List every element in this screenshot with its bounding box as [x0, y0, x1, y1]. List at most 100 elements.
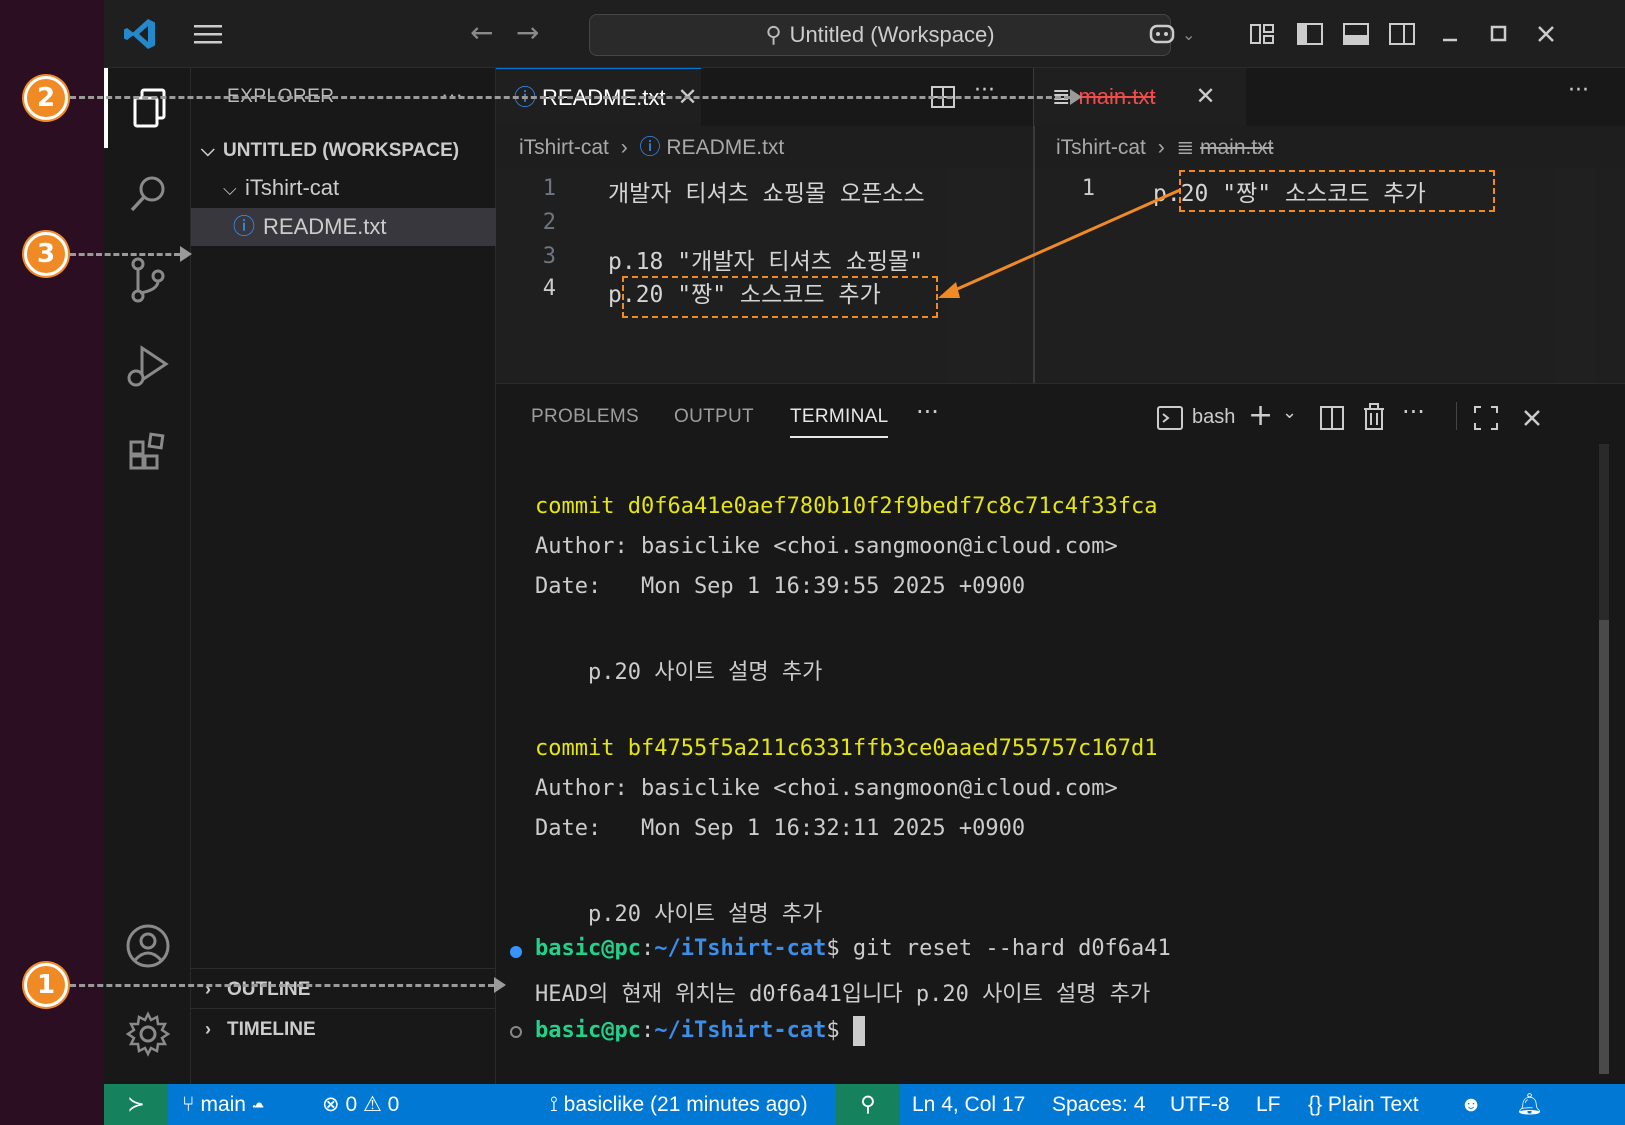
info-icon: ⓘ [639, 136, 661, 159]
editor-group-right-tabs: ≣ main.txt ✕ ··· [1034, 68, 1625, 126]
editor-more-icon[interactable]: ··· [974, 78, 995, 103]
indentation[interactable]: Spaces: 4 [1052, 1084, 1145, 1125]
cursor-position[interactable]: Ln 4, Col 17 [912, 1084, 1025, 1125]
line-number: 4 [542, 276, 556, 301]
command-decoration-success[interactable] [510, 946, 522, 958]
text-file-icon: ≣ [1176, 136, 1195, 159]
minimap[interactable] [1555, 168, 1595, 383]
account-icon [126, 924, 169, 968]
line-number: 1 [1081, 176, 1095, 201]
extensions-icon [129, 432, 164, 470]
notifications-icon[interactable]: 🔔︎ [1516, 1084, 1543, 1125]
terminal-line: Author: basiclike <choi.sangmoon@icloud.… [535, 776, 1118, 801]
explorer-activity[interactable] [104, 68, 191, 148]
chevron-right-icon: › [1157, 136, 1165, 159]
terminal-output[interactable]: commit d0f6a41e0aef780b10f2f9bedf7c8c71c… [535, 384, 1585, 1085]
command-center-search[interactable]: ⚲ Untitled (Workspace) [589, 14, 1171, 56]
remote-icon: ≻ [127, 1093, 145, 1116]
vscode-logo-icon [124, 19, 155, 49]
info-icon: ⓘ [514, 85, 537, 110]
zoom-icon: ⚲ [860, 1093, 876, 1116]
sync-icon: ☁ [251, 1093, 265, 1116]
minimize-icon[interactable] [1434, 18, 1466, 50]
terminal-line: p.20 사이트 설명 추가 [535, 902, 823, 927]
language-mode[interactable]: {} Plain Text [1308, 1084, 1419, 1125]
files-icon [133, 88, 165, 128]
source-control-icon [131, 257, 164, 303]
command-decoration-pending[interactable] [510, 1026, 522, 1038]
editor-more-icon[interactable]: ··· [1568, 78, 1589, 103]
chevron-down-icon[interactable]: ⌄ [1182, 20, 1195, 50]
vscode-window: ← → ⚲ Untitled (Workspace) ⌄ EXPLORER ··… [104, 0, 1625, 1125]
terminal-command-line: basic@pc:~/iTshirt-cat$ git reset --hard… [535, 936, 1171, 961]
folder-item[interactable]: ⌵ iTshirt-cat [191, 169, 496, 207]
chevron-right-icon: › [205, 1019, 211, 1039]
activity-bar [104, 68, 191, 1084]
annotation-marker-2: 2 [24, 76, 68, 120]
editor-left[interactable]: 1 2 3 4 개발자 티셔츠 쇼핑몰 오픈소스 p.18 "개발자 티셔츠 쇼… [496, 168, 1033, 383]
chevron-down-icon: ⌵ [223, 179, 237, 199]
workspace-section[interactable]: ⌵ UNTITLED (WORKSPACE) [191, 131, 496, 169]
customize-layout-icon[interactable] [1246, 18, 1278, 50]
close-tab-icon[interactable]: ✕ [1195, 68, 1215, 126]
tab-readme[interactable]: ⓘ README.txt ✕ [496, 68, 701, 126]
annotation-marker-3: 3 [24, 232, 68, 276]
forward-arrow-icon[interactable]: → [516, 18, 539, 48]
code-line: p.18 "개발자 티셔츠 쇼핑몰" [608, 249, 924, 275]
bottom-panel: PROBLEMS OUTPUT TERMINAL ··· bash + ⌄ ··… [496, 383, 1625, 1084]
end-of-line[interactable]: LF [1256, 1084, 1281, 1125]
back-arrow-icon[interactable]: ← [470, 18, 493, 48]
search-icon [130, 176, 164, 212]
timeline-section[interactable]: › TIMELINE [191, 1008, 496, 1048]
git-blame-status[interactable]: ⟟ basiclike (21 minutes ago) [550, 1084, 808, 1125]
split-editor-icon[interactable] [930, 84, 956, 110]
code-line: 개발자 티셔츠 쇼핑몰 오픈소스 [608, 181, 925, 207]
terminal-prompt-line: basic@pc:~/iTshirt-cat$ [535, 1016, 865, 1046]
maximize-icon[interactable] [1482, 18, 1514, 50]
editor-right[interactable]: 1 p.20 "짱" 소스코드 추가 [1035, 168, 1625, 383]
problems-status[interactable]: ⊗ 0 ⚠ 0 [322, 1084, 399, 1125]
extensions-activity[interactable] [104, 412, 191, 492]
close-tab-icon[interactable]: ✕ [677, 69, 697, 127]
search-activity[interactable] [104, 154, 191, 234]
toggle-panel-icon[interactable] [1340, 18, 1372, 50]
remote-indicator[interactable]: ≻ [104, 1084, 168, 1125]
breadcrumb-right: iTshirt-cat › ≣ main.txt [1056, 136, 1274, 159]
close-window-icon[interactable] [1530, 18, 1562, 50]
toggle-secondary-sidebar-icon[interactable] [1386, 18, 1418, 50]
gear-icon [125, 1011, 170, 1057]
accounts-activity[interactable] [104, 906, 191, 986]
run-debug-activity[interactable] [104, 326, 191, 406]
minimap[interactable] [948, 168, 1010, 383]
code-area: 개발자 티셔츠 쇼핑몰 오픈소스 p.18 "개발자 티셔츠 쇼핑몰" p.20… [608, 168, 948, 383]
branch-status[interactable]: ⑂ main ☁ [182, 1084, 264, 1125]
outline-section[interactable]: › OUTLINE [191, 968, 496, 1008]
sidebar-more-button[interactable]: ··· [441, 82, 463, 108]
error-icon: ⊗ [322, 1093, 340, 1116]
annotation-marker-1: 1 [24, 963, 68, 1007]
text-file-icon: ≣ [1052, 84, 1071, 109]
terminal-cursor [852, 1016, 865, 1046]
toggle-sidebar-icon[interactable] [1294, 18, 1326, 50]
info-icon: ⓘ [233, 214, 256, 239]
braces-icon: {} [1308, 1093, 1323, 1116]
manage-activity[interactable] [104, 994, 191, 1074]
chevron-right-icon: › [205, 979, 211, 999]
encoding[interactable]: UTF-8 [1170, 1084, 1230, 1125]
terminal-scrollbar-thumb[interactable] [1599, 620, 1609, 1074]
code-line: p.20 "짱" 소스코드 추가 [1153, 181, 1426, 207]
copilot-status-icon[interactable]: ☻ [1460, 1084, 1482, 1125]
tab-main[interactable]: ≣ main.txt ✕ [1034, 68, 1246, 126]
status-bar: ≻ ⑂ main ☁ ⊗ 0 ⚠ 0 ⟟ basiclike (21 minut… [104, 1084, 1625, 1125]
zoom-status[interactable]: ⚲ [836, 1084, 900, 1125]
source-control-activity[interactable] [104, 240, 191, 320]
line-number: 2 [542, 210, 556, 235]
terminal-line: HEAD의 현재 위치는 d0f6a41입니다 p.20 사이트 설명 추가 [535, 982, 1151, 1007]
file-item-readme[interactable]: ⓘ README.txt [191, 208, 496, 246]
copilot-icon[interactable] [1146, 18, 1178, 50]
menu-icon[interactable] [192, 22, 224, 46]
chevron-right-icon: › [620, 136, 628, 159]
branch-icon: ⑂ [182, 1093, 195, 1116]
code-line: p.20 "짱" 소스코드 추가 [608, 282, 881, 308]
terminal-line: Author: basiclike <choi.sangmoon@icloud.… [535, 534, 1118, 559]
